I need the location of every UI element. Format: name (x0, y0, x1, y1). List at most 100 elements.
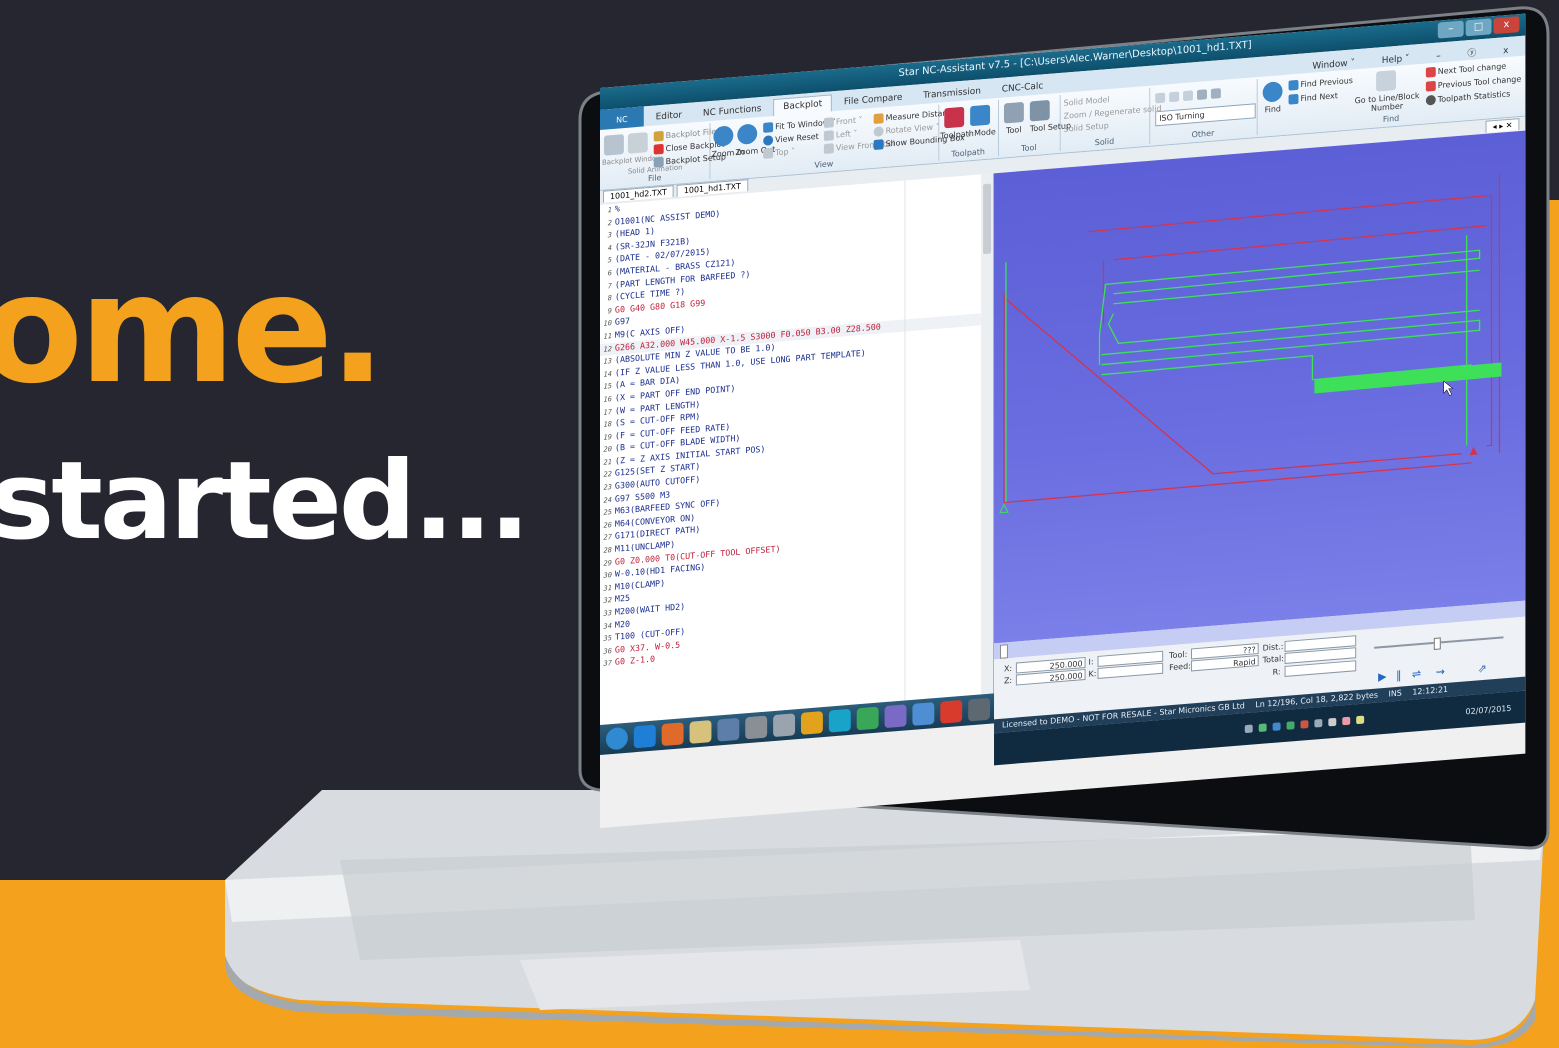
volume-icon[interactable] (1356, 715, 1365, 725)
tray-date: 02/07/2015 (1465, 703, 1512, 717)
ribbon-group-tool: Tool Tool Setup Tool (998, 94, 1071, 156)
find-previous-button[interactable]: Find Previous (1288, 75, 1353, 91)
zoom-out-icon[interactable] (737, 123, 758, 145)
minimize-button[interactable]: – (1437, 20, 1464, 39)
tray-icon-5[interactable] (1300, 720, 1309, 729)
ie-icon[interactable] (633, 724, 656, 749)
app-icon-6[interactable] (856, 706, 879, 731)
tray-icon-1[interactable] (1244, 724, 1253, 734)
line-number: 30 (603, 571, 612, 580)
other-icon-5[interactable] (1210, 88, 1221, 99)
tray-icon-4[interactable] (1286, 721, 1295, 730)
tray-icon-2[interactable] (1258, 723, 1267, 733)
app-icon-3[interactable] (745, 715, 768, 740)
part-profile-fill (1314, 362, 1502, 394)
app-icon-1[interactable] (661, 722, 684, 747)
mode-button[interactable]: Mode (974, 127, 996, 138)
toolpath-icon[interactable] (944, 106, 965, 129)
find-icon[interactable] (1262, 81, 1283, 103)
line-number: 8 (607, 294, 612, 303)
bounding-box-icon (873, 139, 884, 150)
find-next-button[interactable]: Find Next (1288, 91, 1338, 105)
flag-icon[interactable] (1328, 717, 1337, 727)
find-next-icon (1288, 93, 1299, 105)
top-view-button[interactable]: Top ˅ (763, 146, 795, 159)
app-icon-5[interactable] (828, 708, 851, 733)
tool-setup-icon[interactable] (1029, 99, 1050, 122)
code-editor[interactable]: 1% 2 O1001(NC ASSIST DEMO) 3 (HEAD 1) 4 (SR-32… (600, 173, 995, 725)
ruler-icon (873, 113, 884, 124)
tray-icon-3[interactable] (1272, 722, 1281, 731)
network-icon[interactable] (1342, 716, 1351, 726)
explorer-icon[interactable] (689, 720, 712, 744)
line-number: 10 (603, 319, 612, 329)
close-button[interactable]: x (1493, 16, 1520, 35)
backplot-window-icon[interactable] (603, 134, 624, 156)
other-icon-3[interactable] (1183, 90, 1194, 102)
play-button[interactable]: ▶ (1378, 670, 1386, 684)
nc-assist-icon[interactable] (912, 702, 935, 726)
tool-label: Tool: (1169, 649, 1188, 661)
window-controls: – □ x (1436, 16, 1520, 39)
step-button[interactable]: ⇌ (1412, 667, 1421, 681)
toolpath-green-1 (1098, 249, 1481, 335)
maximize-button[interactable]: □ (1465, 18, 1492, 37)
mode-icon[interactable] (970, 104, 991, 127)
rotate-icon (873, 126, 884, 137)
speed-knob[interactable] (1433, 637, 1441, 650)
start-button-icon[interactable] (605, 726, 628, 751)
toolpath-red-outline (1087, 194, 1493, 447)
line-number: 28 (603, 546, 612, 555)
app-icon-2[interactable] (717, 717, 740, 742)
tray-icon-6[interactable] (1314, 718, 1323, 728)
find-button[interactable]: Find (1265, 104, 1281, 114)
line-number: 18 (603, 420, 612, 429)
left-view-button[interactable]: Left ˅ (823, 128, 857, 141)
pause-button[interactable]: ‖ (1396, 669, 1401, 682)
line-number: 16 (603, 394, 612, 404)
toolpath-green-2 (1113, 269, 1480, 305)
end-button[interactable]: ⇗ (1478, 662, 1487, 676)
app-icon-8[interactable] (968, 697, 991, 722)
group-label-tool: Tool (1021, 142, 1037, 154)
app-icon-4[interactable] (773, 713, 796, 738)
line-number: 33 (603, 609, 612, 618)
outlook-icon[interactable] (800, 711, 823, 735)
pdf-icon[interactable] (940, 699, 963, 724)
tool-button[interactable]: Tool (1006, 125, 1021, 135)
line-number: 3 (607, 231, 612, 240)
next-tool-change-icon (1425, 66, 1436, 78)
tool-icon[interactable] (1003, 101, 1024, 124)
goto-line-button[interactable]: Go to Line/Block Number (1352, 91, 1422, 115)
other-icon-2[interactable] (1169, 91, 1180, 103)
scrollbar-thumb[interactable] (983, 183, 992, 255)
toolpath-button[interactable]: Toolpath (940, 129, 974, 141)
toolpath-statistics-button[interactable]: Toolpath Statistics (1425, 89, 1510, 106)
editor-scrollbar[interactable] (981, 173, 994, 695)
backplot-viewport[interactable] (994, 130, 1526, 644)
previous-tool-change-label: Previous Tool change (1437, 74, 1522, 91)
machine-type-select[interactable]: ISO Turning (1155, 103, 1256, 127)
other-icon-1[interactable] (1155, 92, 1166, 104)
solid-model-button[interactable]: Solid Model (1064, 95, 1110, 108)
previous-tool-change-icon (1425, 80, 1436, 92)
fit-icon (763, 122, 774, 133)
playback-slider-knob[interactable] (999, 644, 1008, 659)
ribbon-group-other: ISO Turning Other (1149, 79, 1258, 144)
line-number: 35 (603, 634, 612, 643)
line-number: 23 (603, 483, 612, 492)
front-view-button[interactable]: Front ˅ (823, 115, 862, 128)
view-reset-button[interactable]: View Reset (763, 131, 819, 146)
other-icon-4[interactable] (1197, 89, 1207, 100)
solid-setup-button[interactable]: Solid Setup (1064, 121, 1109, 134)
solid-animation-icon[interactable] (627, 132, 648, 154)
code-text: % (614, 203, 620, 214)
code-text: G97 (614, 315, 630, 328)
step-forward-button[interactable]: ⇝ (1436, 665, 1445, 679)
line-number: 5 (607, 256, 612, 265)
line-number: 25 (603, 508, 612, 517)
goto-line-icon[interactable] (1376, 70, 1396, 92)
app-icon-7[interactable] (884, 704, 907, 729)
line-number: 11 (603, 331, 612, 341)
zoom-in-icon[interactable] (713, 125, 734, 147)
